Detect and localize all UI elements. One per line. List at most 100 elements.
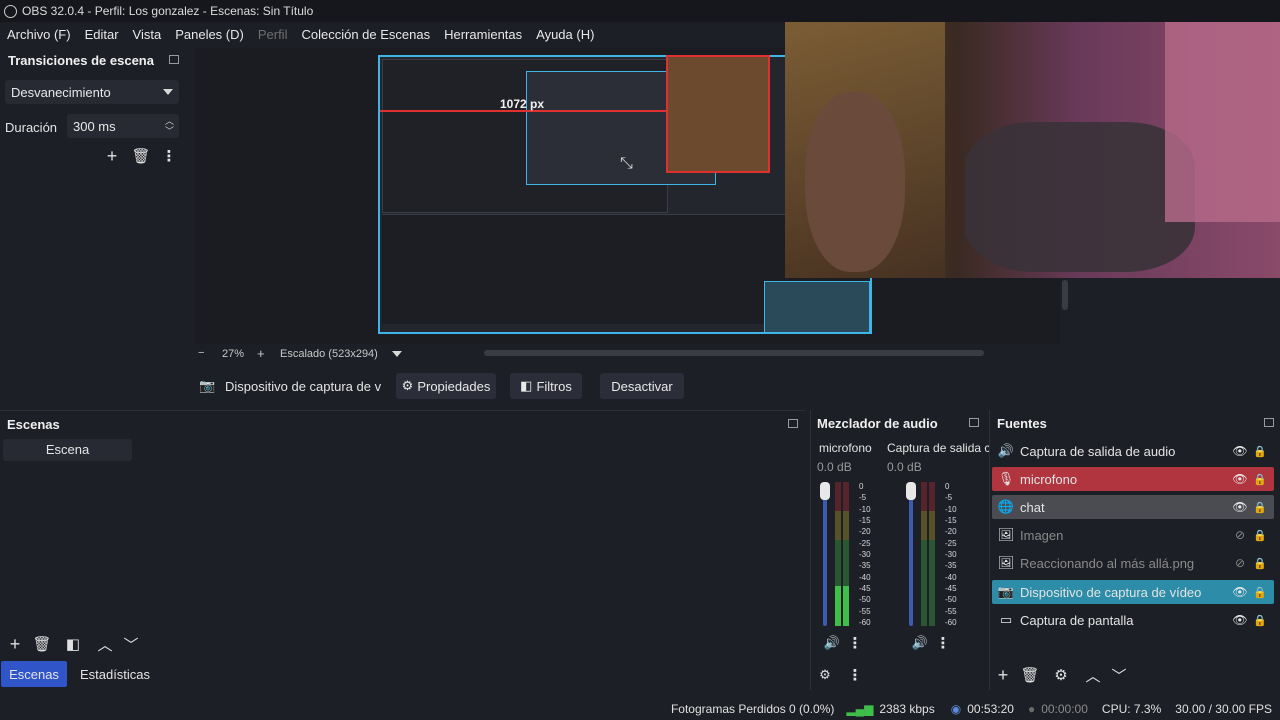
source-label: chat <box>1020 499 1045 515</box>
monitor-icon: ▭ <box>999 612 1013 627</box>
dock-float-icon[interactable] <box>969 418 979 427</box>
meter-segment <box>921 510 927 540</box>
meter-tick-label: -45 <box>945 584 957 593</box>
dock-float-icon[interactable] <box>169 55 179 64</box>
preview-scrollbar-h[interactable] <box>484 350 984 356</box>
lock-icon[interactable]: 🔒 <box>1250 501 1270 514</box>
eye-hidden-icon[interactable]: ⊘ <box>1230 528 1250 542</box>
volume-fader[interactable] <box>823 488 827 626</box>
meter-tick-label: -35 <box>859 561 871 571</box>
speaker-icon[interactable]: 🔊 <box>911 634 929 652</box>
deactivate-label: Desactivar <box>611 378 673 394</box>
meter-tick-label: -15 <box>859 516 871 525</box>
eye-icon[interactable]: 👁 <box>1230 613 1250 627</box>
preview-scrollbar-v[interactable] <box>1062 280 1068 310</box>
scenes-title: Escenas <box>7 417 60 432</box>
meter-tick-label: -20 <box>945 527 957 537</box>
speaker-icon[interactable]: 🔊 <box>823 634 841 652</box>
menu-perfil[interactable]: Perfil <box>258 27 288 42</box>
source-item[interactable]: 🖼 Imagen ⊘ 🔒 <box>992 523 1274 547</box>
scene-item[interactable]: Escena <box>3 439 132 461</box>
gear-icon: ⚙ <box>401 378 414 393</box>
lock-icon[interactable]: 🔒 <box>1250 614 1270 627</box>
properties-button[interactable]: ⚙ Propiedades <box>396 373 496 399</box>
speaker-icon: 🔊 <box>997 443 1015 458</box>
meter-tick-label: -25 <box>945 538 957 548</box>
duration-value: 300 ms <box>73 118 116 134</box>
meter-level <box>843 585 849 626</box>
zoom-in-button[interactable]: + <box>257 346 265 361</box>
lock-icon[interactable]: 🔒 <box>1250 586 1270 599</box>
status-bar: Fotogramas Perdidos 0 (0.0%) ▂▄▆ 2383 kb… <box>0 698 1280 720</box>
filters-label: Filtros <box>536 378 572 394</box>
scale-dropdown-icon[interactable] <box>392 351 402 357</box>
eye-hidden-icon[interactable]: ⊘ <box>1230 556 1250 570</box>
properties-label: Propiedades <box>417 378 491 394</box>
more-options-icon[interactable]: ⋮ <box>848 666 863 684</box>
nested-sources-panel <box>764 281 870 333</box>
more-options-icon[interactable]: ⋮ <box>848 634 863 652</box>
add-transition-icon[interactable]: + <box>103 146 121 166</box>
menu-ayuda[interactable]: Ayuda (H) <box>536 27 594 42</box>
remove-source-icon[interactable]: 🗑 <box>1020 666 1039 684</box>
remove-scene-icon[interactable]: 🗑 <box>32 635 51 653</box>
volume-fader-knob[interactable] <box>820 482 830 500</box>
move-up-icon[interactable]: ︿ <box>96 635 114 654</box>
meter-tick-label: -30 <box>859 550 871 559</box>
add-source-icon[interactable]: + <box>994 665 1012 685</box>
source-item[interactable]: 🌐 chat 👁 🔒 <box>992 495 1274 519</box>
dock-float-icon[interactable] <box>1264 418 1274 427</box>
volume-fader[interactable] <box>909 488 913 626</box>
lock-icon[interactable]: 🔒 <box>1250 529 1270 542</box>
add-scene-icon[interactable]: + <box>6 634 24 654</box>
mixer-title: Mezclador de audio <box>817 416 938 431</box>
more-options-icon[interactable]: ⋮ <box>936 634 951 652</box>
dock-float-icon[interactable] <box>788 419 798 428</box>
zoom-out-button[interactable]: − <box>198 347 204 359</box>
lock-icon[interactable]: 🔒 <box>1250 473 1270 486</box>
meter-segment <box>929 539 935 626</box>
source-item[interactable]: ▭ Captura de pantalla 👁 🔒 <box>992 608 1274 632</box>
transition-select[interactable]: Desvanecimiento <box>5 80 179 104</box>
deactivate-button[interactable]: Desactivar <box>600 373 684 399</box>
source-properties-icon[interactable]: ⚙ <box>1052 666 1070 684</box>
duration-spinbox[interactable]: 300 ms ︿ ﹀ <box>67 114 179 138</box>
menu-vista[interactable]: Vista <box>133 27 162 42</box>
source-item[interactable]: 🔊 Captura de salida de audio 👁 🔒 <box>992 439 1274 463</box>
move-down-icon[interactable]: ﹀ <box>122 635 140 654</box>
meter-tick-label: -5 <box>859 493 867 503</box>
tab-estadisticas[interactable]: Estadísticas <box>72 661 158 687</box>
menu-paneles[interactable]: Paneles (D) <box>175 27 244 42</box>
tab-escenas[interactable]: Escenas <box>1 661 67 687</box>
lock-icon[interactable]: 🔒 <box>1250 557 1270 570</box>
volume-fader-knob[interactable] <box>906 482 916 500</box>
more-options-icon[interactable]: ⋮ <box>160 147 178 165</box>
menu-herramientas[interactable]: Herramientas <box>444 27 522 42</box>
scene-filters-icon[interactable]: ◧ <box>64 635 82 653</box>
trash-icon[interactable]: 🗑 <box>131 147 150 165</box>
filters-button[interactable]: ◧ Filtros <box>510 373 582 399</box>
menu-editar[interactable]: Editar <box>85 27 119 42</box>
source-label: Imagen <box>1020 527 1064 543</box>
record-time: 00:00:00 <box>1041 702 1088 716</box>
preview-canvas[interactable]: 1072 px ⤡ <box>194 22 1280 344</box>
eye-icon[interactable]: 👁 <box>1230 500 1250 514</box>
eye-icon[interactable]: 👁 <box>1230 444 1250 458</box>
eye-icon[interactable]: 👁 <box>1230 585 1250 599</box>
move-up-icon[interactable]: ︿ <box>1084 666 1102 685</box>
selected-source-name: Dispositivo de captura de v <box>225 379 382 394</box>
transitions-dock: Transiciones de escena Desvanecimiento D… <box>0 48 186 404</box>
menu-coleccion-escenas[interactable]: Colección de Escenas <box>301 27 430 42</box>
level-meter <box>921 482 937 626</box>
menu-archivo[interactable]: Archivo (F) <box>7 27 71 42</box>
spin-arrows-icon[interactable]: ︿ ﹀ <box>165 116 174 136</box>
source-item[interactable]: 📷 Dispositivo de captura de vídeo 👁 🔒 <box>992 580 1274 604</box>
move-down-icon[interactable]: ﹀ <box>1110 666 1128 685</box>
meter-tick-label: -40 <box>859 572 871 582</box>
eye-icon[interactable]: 👁 <box>1230 472 1250 486</box>
advanced-audio-icon[interactable]: ⚙ <box>816 666 834 684</box>
source-item[interactable]: 🎙 microfono 👁 🔒 <box>992 467 1274 491</box>
camera-icon: 📷 <box>199 378 216 393</box>
lock-icon[interactable]: 🔒 <box>1250 445 1270 458</box>
source-item[interactable]: 🖼 Reaccionando al más allá.png ⊘ 🔒 <box>992 551 1274 575</box>
